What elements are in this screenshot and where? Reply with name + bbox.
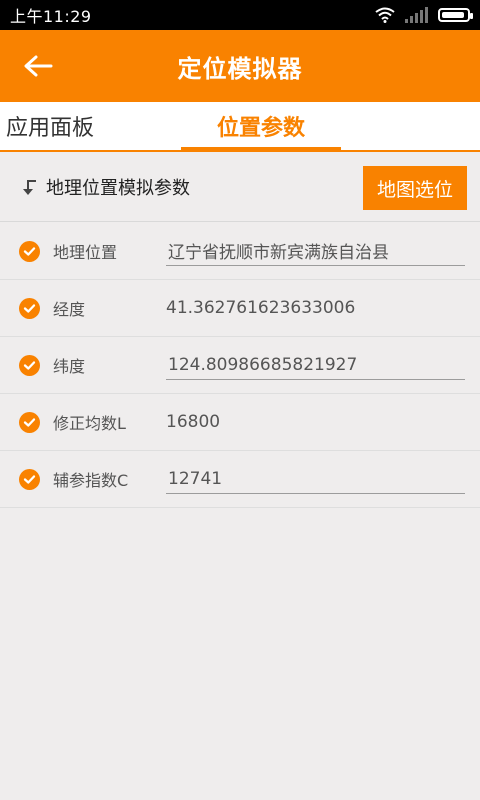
- row-label: 地理位置: [53, 243, 118, 262]
- latitude-input[interactable]: [166, 350, 465, 380]
- wifi-icon: [375, 7, 395, 23]
- correction-l-value: 16800: [166, 412, 221, 432]
- tab-bar: 应用面板 位置参数: [0, 102, 480, 152]
- tab-location-params[interactable]: 位置参数: [181, 102, 341, 152]
- param-list: 地理位置 经度 41.362761623633006 纬度 修正均数L 1680…: [0, 223, 480, 508]
- row-location: 地理位置: [0, 223, 480, 280]
- status-bar: 上午11:29: [0, 0, 480, 30]
- row-latitude: 纬度: [0, 337, 480, 394]
- row-longitude: 经度 41.362761623633006: [0, 280, 480, 337]
- tab-label: 位置参数: [216, 116, 305, 141]
- back-arrow-icon: [24, 55, 53, 77]
- row-label: 辅参指数C: [53, 471, 129, 490]
- check-icon[interactable]: [19, 297, 40, 319]
- app-bar: 定位模拟器: [0, 30, 480, 102]
- check-icon[interactable]: [19, 354, 40, 376]
- page-title: 定位模拟器: [177, 54, 303, 83]
- row-label: 修正均数L: [53, 414, 126, 433]
- tab-app-panel[interactable]: 应用面板: [0, 102, 166, 150]
- row-correction-l: 修正均数L 16800: [0, 394, 480, 451]
- check-icon[interactable]: [19, 468, 40, 490]
- signal-icon: [405, 7, 428, 23]
- location-input[interactable]: [166, 236, 465, 266]
- check-icon[interactable]: [19, 240, 40, 262]
- row-label: 经度: [53, 300, 86, 319]
- sub-arrow-icon: [23, 179, 36, 195]
- longitude-value: 41.362761623633006: [166, 298, 356, 318]
- battery-icon: [438, 8, 473, 22]
- aux-c-input[interactable]: [166, 464, 465, 494]
- back-button[interactable]: [18, 48, 58, 84]
- section-title: 地理位置模拟参数: [46, 177, 190, 199]
- section-header: 地理位置模拟参数 地图选位: [0, 152, 480, 222]
- tab-label: 应用面板: [6, 116, 95, 141]
- row-aux-c: 辅参指数C: [0, 451, 480, 508]
- status-time: 上午11:29: [10, 7, 92, 26]
- check-icon[interactable]: [19, 411, 40, 433]
- status-icons: [375, 7, 473, 23]
- map-select-button[interactable]: 地图选位: [363, 166, 467, 210]
- row-label: 纬度: [53, 357, 86, 376]
